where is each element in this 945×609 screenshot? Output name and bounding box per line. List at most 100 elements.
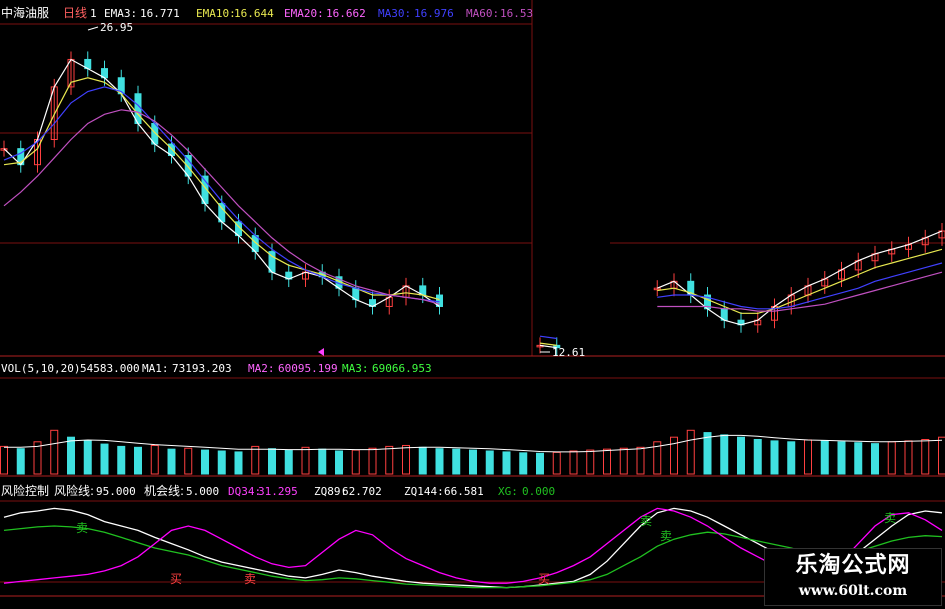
risk-line-label: 风险线: [54,483,94,498]
ema20-label: EMA20: [284,7,324,20]
volume-bar [0,445,8,475]
volume-bar [469,449,477,475]
volume-ma-line [4,434,943,453]
volume-bar [820,440,829,475]
volume-bar [301,446,310,475]
volume-bar [234,451,243,475]
volume-panel[interactable]: VOL(5,10,20) 54583.000 MA1: 73193.203 MA… [0,362,945,477]
ema10-value: 16.644 [234,7,274,20]
ma-line-ma60 [3,109,943,312]
volume-bar [50,429,59,475]
signal-buy: 买 [170,572,182,586]
volume-bar [770,440,779,475]
volume-bar [251,445,260,475]
volume-bar [16,448,25,475]
risk-line-value: 95.000 [96,485,136,498]
volume-value: 54583.000 [80,362,140,375]
ma60-label: MA60: [466,7,499,20]
volume-bar [552,451,561,475]
ma60-value: 16.53 [500,7,533,20]
price-panel[interactable]: 中海油服 日线 1 EMA3: 16.771 EMA10: 16.644 EMA… [0,0,945,359]
volume-bar [418,446,427,475]
ema3-label: EMA3: [104,7,137,20]
ma30-label: MA30: [378,7,411,20]
volume-bar [904,440,913,475]
volume-bar [100,443,109,475]
zq89-value: 62.702 [342,485,382,498]
volume-bar [217,450,226,475]
volume-bar [787,441,796,475]
signal-sell: 卖 [884,511,896,525]
volume-bar [619,447,628,475]
candlesticks [0,51,945,356]
vol-ma2-label: MA2: [248,362,275,375]
ma-line-ma30 [3,86,943,340]
volume-bar [753,439,762,475]
volume-ma-lines [4,434,943,453]
volume-bar [485,450,494,475]
volume-bar [871,443,879,475]
signal-sell: 卖 [76,521,88,535]
ma-line-ema3 [3,58,943,349]
ema10-label: EMA10: [196,7,236,20]
signal-sell: 卖 [640,514,652,528]
volume-bar [435,448,444,475]
volume-bar [402,444,410,475]
dq34-label: DQ34: [228,485,261,498]
volume-bar [536,452,544,475]
volume-bar [368,447,377,475]
volume-bar [335,450,343,475]
high-price-marker: 26.95 [100,21,133,34]
volume-bar [67,436,75,475]
volume-bar [83,440,92,475]
ma30-value: 16.976 [414,7,454,20]
signal-sell: 卖 [244,572,256,586]
moving-average-lines [3,58,943,349]
volume-bar [720,434,729,475]
dq34-value: 31.295 [258,485,298,498]
xg-value: 0.000 [522,485,555,498]
volume-bar [586,449,595,475]
watermark-url: www.60lt.com [798,583,908,599]
volume-bar [268,448,276,475]
volume-bar [703,432,712,475]
volume-bar [686,429,695,475]
volume-bar [150,444,159,475]
volume-bar [603,448,611,475]
volume-bar [887,441,896,475]
vol-ma1-value: 73193.203 [172,362,232,375]
volume-bar [569,450,578,475]
stock-chart[interactable]: 中海油服 日线 1 EMA3: 16.771 EMA10: 16.644 EMA… [0,0,945,609]
volume-bar [854,442,863,475]
volume-bar [385,445,394,475]
zq144-value: 66.581 [444,485,484,498]
volume-bar [167,448,176,475]
volume-bar [284,449,293,475]
xg-label: XG: [498,485,518,498]
watermark-title: 乐淘公式网 [795,553,911,578]
volume-label: VOL(5,10,20) [1,362,80,375]
volume-bar [804,439,812,475]
vol-ma2-value: 60095.199 [278,362,338,375]
stock-name: 中海油服 [1,5,49,20]
header-legend: 中海油服 日线 1 EMA3: 16.771 EMA10: 16.644 EMA… [1,5,585,359]
volume-bars [0,429,945,475]
chance-line-label: 机会线: [144,484,184,498]
scroll-left-arrow-icon[interactable] [318,348,324,356]
vol-ma1-label: MA1: [142,362,169,375]
signal-sell: 卖 [660,529,672,543]
volume-bar [318,448,327,475]
chance-line-value: 5.000 [186,485,219,498]
field-index: 1 [90,7,97,20]
volume-bar [921,439,930,475]
volume-bar [737,436,745,475]
ema3-value: 16.771 [140,7,180,20]
volume-bar [938,436,945,475]
vol-ma3-label: MA3: [342,362,369,375]
watermark-logo: 乐淘公式网 www.60lt.com [764,548,942,606]
volume-bar [201,449,209,475]
low-price-marker: 12.61 [552,346,585,359]
indicator-name: 风险控制 [1,483,49,498]
volume-bar [351,449,360,475]
ma-line-ema10 [3,77,943,346]
